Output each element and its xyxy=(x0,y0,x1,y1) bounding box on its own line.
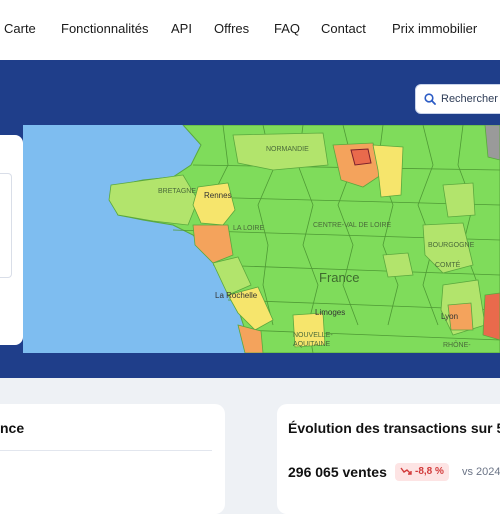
label-nouvelle: NOUVELLE- xyxy=(293,332,333,339)
left-card-title: nce xyxy=(0,420,25,436)
nav-link-fonctionnalites[interactable]: Fonctionnalités xyxy=(61,21,148,36)
transactions-card-title: Évolution des transactions sur 5 a xyxy=(288,420,500,436)
label-bretagne: BRETAGNE xyxy=(158,188,196,195)
search-button[interactable]: Rechercher xyxy=(415,84,500,114)
label-lyon: Lyon xyxy=(441,312,458,321)
search-icon xyxy=(424,93,436,105)
nav-link-offres[interactable]: Offres xyxy=(214,21,249,36)
label-bourgogne: BOURGOGNE xyxy=(428,242,475,249)
france-map[interactable]: NORMANDIE BRETAGNE LA LOIRE CENTRE-VAL D… xyxy=(23,125,500,353)
top-nav: Carte Fonctionnalités API Offres FAQ Con… xyxy=(0,0,500,60)
label-limoges: Limoges xyxy=(315,308,345,317)
change-value: -8,8 % xyxy=(415,466,444,477)
nievre-area[interactable] xyxy=(382,252,414,278)
transactions-card: Évolution des transactions sur 5 a 296 0… xyxy=(277,404,500,514)
nav-link-contact[interactable]: Contact xyxy=(321,21,366,36)
nav-link-api[interactable]: API xyxy=(171,21,192,36)
label-rennes: Rennes xyxy=(204,191,232,200)
paris-area[interactable] xyxy=(350,148,372,166)
side-panel xyxy=(0,135,23,345)
left-card-divider xyxy=(0,450,212,451)
alpes-area[interactable] xyxy=(482,292,500,341)
map-canvas: NORMANDIE BRETAGNE LA LOIRE CENTRE-VAL D… xyxy=(23,125,500,353)
label-rhone: RHÔNE- xyxy=(443,340,471,349)
label-centre: CENTRE-VAL DE LOIRE xyxy=(313,222,392,229)
side-panel-field[interactable] xyxy=(0,173,12,278)
nav-link-faq[interactable]: FAQ xyxy=(274,21,300,36)
change-badge: -8,8 % xyxy=(395,463,449,481)
label-france: France xyxy=(319,270,359,285)
label-rochelle: La Rochelle xyxy=(215,291,258,300)
sales-count: 296 065 ventes xyxy=(288,464,387,480)
label-normandie: NORMANDIE xyxy=(266,146,309,153)
compare-label: vs 2024 xyxy=(462,466,500,478)
nav-link-carte[interactable]: Carte xyxy=(4,21,36,36)
label-aquitaine: AQUITAINE xyxy=(293,341,331,348)
left-stat-card: nce xyxy=(0,404,225,514)
search-label: Rechercher xyxy=(441,93,498,105)
nav-link-prix-immobilier[interactable]: Prix immobilier xyxy=(392,21,477,36)
trend-down-icon xyxy=(400,466,412,479)
label-comte: COMTÉ xyxy=(435,260,461,269)
grand-est-area[interactable] xyxy=(442,182,476,218)
label-loire: LA LOIRE xyxy=(233,225,264,232)
